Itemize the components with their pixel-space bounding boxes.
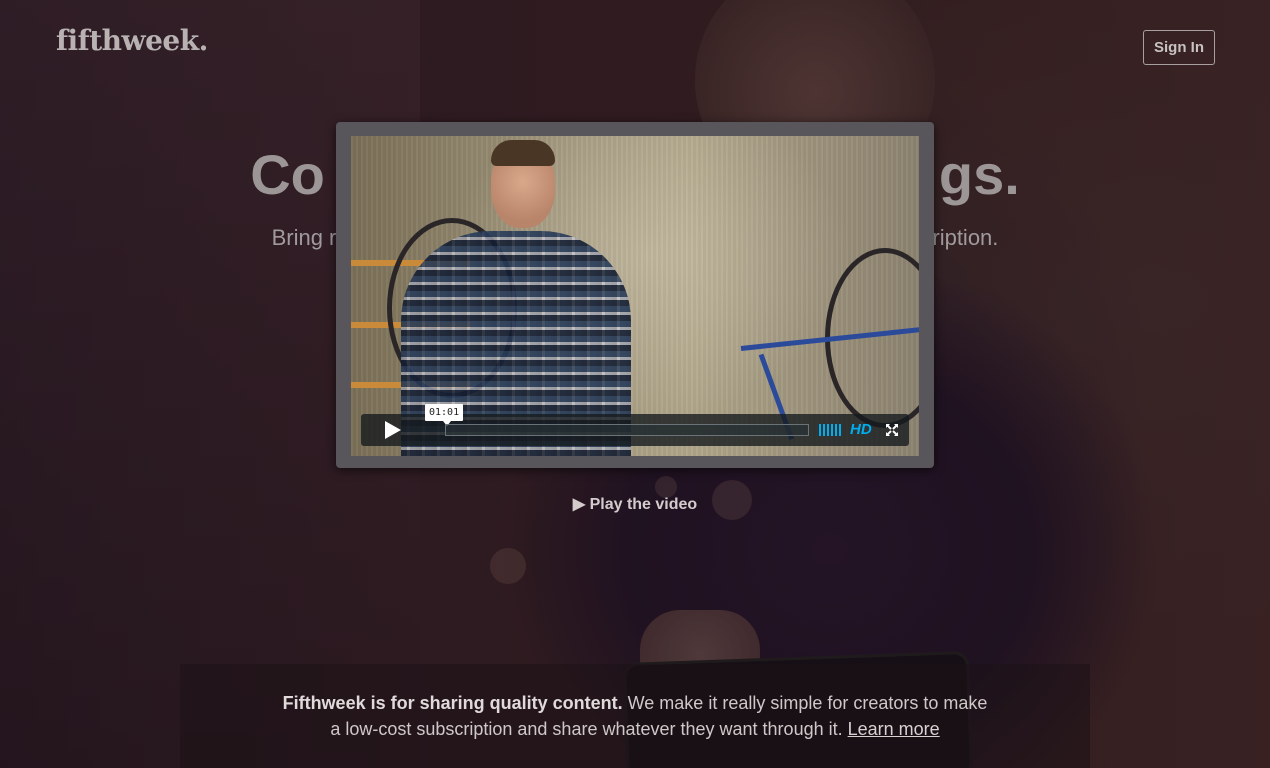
play-icon [385, 421, 401, 439]
footer-line1: We make it really simple for creators to… [622, 693, 988, 713]
video-man-hair [491, 140, 555, 166]
video-controls: 01:01 HD [361, 404, 909, 446]
hd-toggle[interactable]: HD [850, 421, 872, 438]
fullscreen-icon[interactable] [885, 423, 899, 442]
learn-more-link[interactable]: Learn more [848, 719, 940, 739]
video-player[interactable]: 01:01 HD [351, 136, 919, 456]
logo[interactable]: fifthweek. [56, 24, 208, 57]
play-video-link[interactable]: ▶ Play the video [0, 494, 1270, 514]
video-modal: 01:01 HD [336, 122, 934, 468]
footer-bold: Fifthweek is for sharing quality content… [282, 693, 623, 713]
volume-icon[interactable] [819, 424, 841, 436]
progress-bar[interactable] [445, 424, 809, 436]
timecode-tooltip: 01:01 [425, 404, 464, 426]
footer-line2: a low-cost subscription and share whatev… [330, 719, 848, 739]
sign-in-button[interactable]: Sign In [1143, 30, 1215, 65]
hero-headline-right: gs. [938, 143, 1020, 206]
play-button[interactable] [361, 414, 425, 446]
hero-subhead-right: ription. [932, 225, 999, 250]
hero-subhead-left: Bring r [271, 225, 337, 250]
hero-headline-left: Co [250, 143, 325, 206]
footer-description: Fifthweek is for sharing quality content… [0, 690, 1270, 742]
